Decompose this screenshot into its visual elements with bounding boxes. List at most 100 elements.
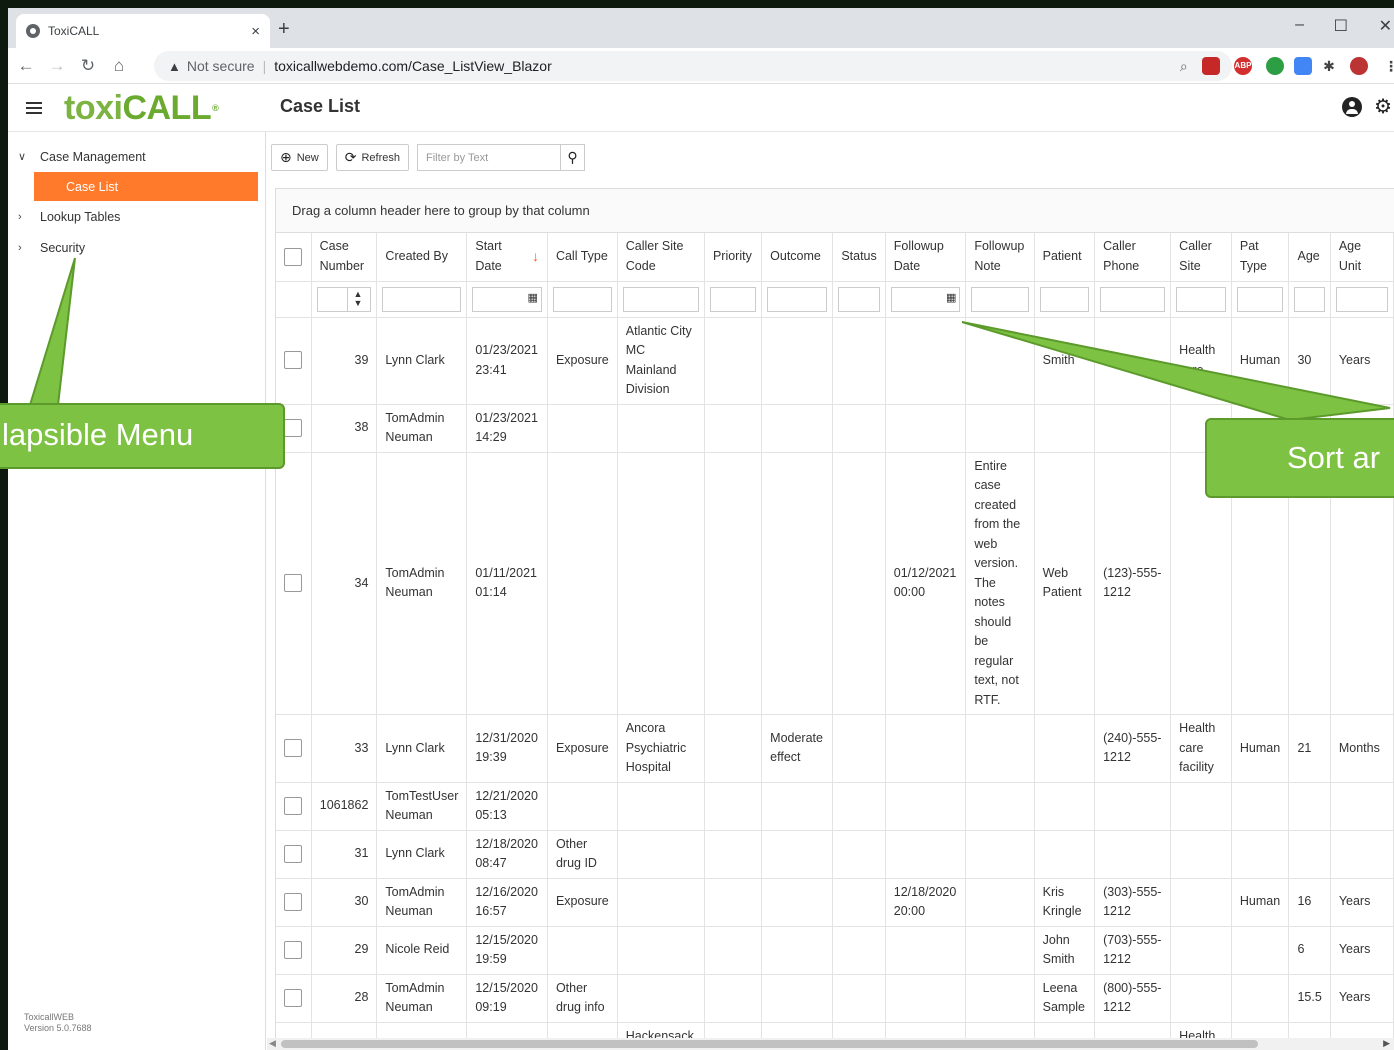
new-tab-button[interactable]: + [278,18,290,41]
followup-date-filter[interactable]: ▦ [890,286,961,312]
col-case-number[interactable]: Case Number [311,233,378,282]
row-checkbox[interactable] [284,574,302,593]
row-checkbox[interactable] [284,844,302,863]
col-caller-site-code[interactable]: Caller Site Code [617,233,705,282]
profile-avatar[interactable] [1350,57,1368,75]
col-caller-phone[interactable]: Caller Phone [1094,233,1172,282]
row-checkbox[interactable] [284,892,302,911]
col-created-by[interactable]: Created By [376,233,468,282]
url-text[interactable]: toxicallwebdemo.com/Case_ListView_Blazor [274,58,552,74]
table-row[interactable]: 33 Lynn Clark 12/31/2020 19:39 Exposure Anco… [276,714,1394,783]
scroll-right-arrow-icon[interactable]: ▶ [1383,1038,1390,1049]
group-panel[interactable]: Drag a column header here to group by th… [275,188,1394,232]
col-age-unit[interactable]: Age Unit [1330,233,1394,282]
extension-1-icon[interactable] [1202,57,1220,75]
translate-icon[interactable] [1294,57,1312,75]
caller-site-code-filter[interactable] [622,286,699,312]
minimize-button[interactable]: – [1295,16,1304,34]
row-checkbox[interactable] [284,988,302,1007]
spinner-icon[interactable]: ▲ ▼ [347,287,367,311]
col-priority[interactable]: Priority [704,233,763,282]
new-button[interactable]: ⊕ New [271,144,328,171]
cell-status [832,974,886,1023]
row-checkbox[interactable] [284,739,302,758]
maximize-button[interactable]: ☐ [1334,16,1348,36]
table-row[interactable]: 39 Lynn Clark 01/23/2021 23:41 Exposure Atla… [276,317,1394,405]
cell-status [832,714,886,783]
cell-call-type: Exposure [547,714,618,783]
table-row[interactable]: 1061862 TomTestUser Neuman 12/21/2020 05:1… [276,782,1394,831]
patient-filter[interactable] [1039,286,1090,312]
table-row[interactable]: 28 TomAdmin Neuman 12/15/2020 09:19 Other d… [276,974,1394,1023]
cell-pat-type: Human [1231,317,1290,405]
caller-site-filter[interactable] [1176,286,1226,312]
zoom-icon[interactable]: ⌕ [1180,58,1188,75]
row-checkbox[interactable] [284,796,302,815]
hamburger-menu-icon[interactable] [26,101,42,114]
table-row[interactable]: 31 Lynn Clark 12/18/2020 08:47 Other drug I… [276,830,1394,879]
col-pat-type[interactable]: Pat Type [1231,233,1290,282]
scroll-left-arrow-icon[interactable]: ◀ [269,1038,276,1049]
caller-phone-filter[interactable] [1100,286,1166,312]
tab-close-icon[interactable]: × [251,23,260,40]
col-start-date[interactable]: Start Date ↓ [466,233,548,282]
home-icon[interactable]: ⌂ [106,56,132,76]
adblock-icon[interactable]: ABP [1234,57,1252,75]
outcome-filter[interactable] [767,286,828,312]
col-followup-note[interactable]: Followup Note [965,233,1035,282]
case-number-filter[interactable]: ▲ ▼ [316,286,372,312]
created-by-filter[interactable] [382,286,462,312]
status-filter[interactable] [838,286,880,312]
followup-note-filter[interactable] [971,286,1029,312]
reload-icon[interactable]: ↻ [75,56,101,76]
start-date-filter[interactable]: ▦ [472,286,542,312]
row-checkbox[interactable] [284,940,302,959]
search-icon[interactable]: ⚲ [561,144,586,171]
col-caller-site[interactable]: Caller Site [1170,233,1232,282]
cell-age-unit: Years [1330,878,1394,927]
calendar-icon[interactable]: ▦ [528,289,538,309]
cell-pat-type: Human [1231,878,1290,927]
horizontal-scrollbar[interactable]: ◀ ▶ [267,1038,1394,1050]
cell-outcome [761,926,834,975]
cell-created-by [376,1022,468,1038]
sidebar-item-lookup-tables[interactable]: › Lookup Tables [8,201,265,232]
col-followup-date[interactable]: Followup Date [885,233,967,282]
age-unit-filter[interactable] [1335,286,1388,312]
priority-filter[interactable] [709,286,757,312]
cell-age: 21 [1288,714,1331,783]
col-age[interactable]: Age [1288,233,1331,282]
forward-arrow-icon[interactable]: → [44,56,70,76]
puzzle-extensions-icon[interactable]: ✱ [1320,57,1338,75]
row-checkbox[interactable] [284,418,302,437]
col-call-type[interactable]: Call Type [547,233,618,282]
col-patient[interactable]: Patient [1034,233,1096,282]
sidebar-item-case-list[interactable]: Case List [34,172,258,201]
cell-priority [704,1022,763,1038]
row-checkbox[interactable] [284,351,302,370]
age-filter[interactable] [1294,286,1325,312]
browser-tab[interactable]: ToxiCALL × [16,14,270,48]
table-row[interactable]: Hackensack Health [276,1022,1394,1038]
pat-type-filter[interactable] [1236,286,1284,312]
sidebar-item-case-management[interactable]: ∨ Case Management [8,141,265,172]
sort-desc-arrow-icon[interactable]: ↓ [532,247,539,267]
back-arrow-icon[interactable]: ← [13,56,39,76]
sidebar-item-security[interactable]: › Security [8,232,265,263]
refresh-button[interactable]: ⟳ Refresh [335,144,410,171]
close-window-button[interactable]: ✕ [1379,16,1392,36]
settings-gear-icon[interactable]: ⚙ [1374,94,1392,119]
table-row[interactable]: 29 Nicole Reid 12/15/2020 19:59 John Smith(… [276,926,1394,975]
filter-input[interactable]: Filter by Text [417,144,562,171]
col-outcome[interactable]: Outcome [761,233,834,282]
col-status[interactable]: Status [832,233,886,282]
user-account-icon[interactable] [1342,97,1362,117]
call-type-filter[interactable] [552,286,612,312]
browser-menu-icon[interactable]: ⋮ [1384,57,1394,75]
select-all-checkbox[interactable] [284,247,302,266]
address-bar[interactable]: ▲ Not secure | toxicallwebdemo.com/Case_… [154,51,1232,81]
calendar-icon[interactable]: ▦ [946,289,956,309]
evernote-icon[interactable] [1266,57,1284,75]
scrollbar-thumb[interactable] [281,1040,1258,1048]
table-row[interactable]: 30 TomAdmin Neuman 12/16/2020 16:57 Exposur… [276,878,1394,927]
